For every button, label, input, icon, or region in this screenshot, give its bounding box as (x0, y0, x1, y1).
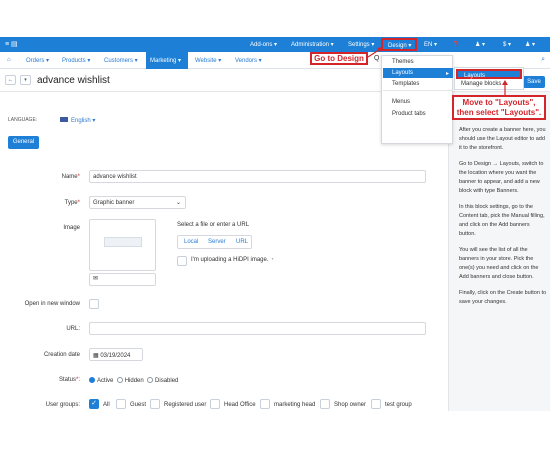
image-label: Image (63, 225, 80, 231)
help-p3: In this block settings, go to the Conten… (459, 204, 545, 237)
save-button[interactable]: Save (523, 76, 545, 88)
help-panel: After you create a banner here, you shou… (448, 92, 550, 411)
menu-templates[interactable]: Templates (392, 81, 419, 87)
notifications-icon[interactable]: ♟ ▾ (475, 41, 485, 48)
currency-menu[interactable]: $ ▾ (503, 41, 511, 48)
language-select[interactable]: English ▾ (60, 117, 95, 124)
menu-themes[interactable]: Themes (392, 59, 414, 65)
chevron-down-icon: ⌄ (175, 200, 181, 206)
administration-menu[interactable]: Administration ▾ (291, 41, 334, 48)
usergroup-marketing: marketing head (274, 402, 316, 408)
nav-products[interactable]: Products ▾ (62, 57, 90, 64)
page-title: advance wishlist (37, 75, 110, 86)
q-icon: Q (374, 55, 380, 62)
hidpi-checkbox[interactable] (177, 256, 187, 266)
usergroup-test-checkbox[interactable] (371, 399, 381, 409)
usergroup-registered: Registered user (164, 402, 207, 408)
comment-icon: ✉ (93, 276, 99, 282)
help-p1: After you create a banner here, you shou… (459, 127, 546, 151)
menu-product-tabs[interactable]: Product tabs (392, 111, 426, 117)
callout-select-layouts: Move to "Layouts", then select "Layouts"… (452, 95, 546, 120)
usergroup-shopowner-checkbox[interactable] (320, 399, 330, 409)
hidpi-label: I'm uploading a HiDPI image. ◔ (191, 257, 274, 263)
type-select[interactable]: Graphic banner ⌄ (89, 196, 186, 209)
app-frame: ≡ ▤ Add-ons ▾ Administration ▾ Settings … (0, 37, 550, 411)
us-flag-icon (60, 117, 68, 122)
tab-general[interactable]: General (8, 136, 39, 149)
callout-go-to-design: Go to Design (310, 52, 368, 65)
usergroup-registered-checkbox[interactable] (150, 399, 160, 409)
layouts-submenu: Layouts Manage blocks (454, 67, 524, 90)
design-menu[interactable]: Design ▾ (381, 38, 417, 51)
help-p5: Finally, click on the Create button to s… (459, 290, 547, 305)
submenu-manage-blocks[interactable]: Manage blocks (461, 81, 501, 87)
usergroup-marketing-checkbox[interactable] (260, 399, 270, 409)
usergroup-all: All (103, 402, 110, 408)
home-icon[interactable]: ⌂ (7, 57, 11, 63)
submenu-layouts[interactable]: Layouts (456, 69, 522, 79)
help-text: After you create a banner here, you shou… (459, 126, 547, 314)
design-dropdown: Themes Layouts ▸ Templates Menus Product … (381, 55, 453, 144)
nav-marketing[interactable]: Marketing ▾ (146, 52, 188, 69)
chevron-right-icon: ▸ (445, 71, 449, 77)
creation-date-input[interactable]: ▦ 03/19/2024 (89, 348, 143, 361)
search-icon[interactable]: ⌕ (541, 56, 545, 64)
menu-menus[interactable]: Menus (392, 99, 410, 105)
menu-icons[interactable]: ≡ ▤ (5, 40, 18, 48)
user-groups-label: User groups: (45, 402, 80, 408)
nav-customers[interactable]: Customers ▾ (104, 57, 138, 64)
usergroup-guest-checkbox[interactable] (116, 399, 126, 409)
language-value: English ▾ (71, 118, 96, 124)
tab-url[interactable]: URL (236, 239, 248, 245)
file-help-text: Select a file or enter a URL (177, 222, 250, 228)
name-label: Name* (61, 174, 80, 180)
creation-date-value: 03/19/2024 (100, 353, 131, 359)
image-preview (89, 219, 156, 271)
usergroup-headoffice: Head Office (224, 402, 256, 408)
status-label: Status*: (58, 377, 80, 383)
help-p4: You will see the list of all the banners… (459, 247, 539, 280)
actions-dropdown[interactable]: ▾ (20, 75, 31, 85)
usergroup-shopowner: Shop owner (334, 402, 367, 408)
status-radios: Active Hidden Disabled (89, 377, 178, 384)
type-value: Graphic banner (93, 200, 135, 206)
status-active[interactable]: Active (89, 377, 113, 384)
file-source-tabs: Local Server URL (177, 235, 252, 249)
new-window-checkbox[interactable] (89, 299, 99, 309)
image-thumbnail-icon (104, 237, 142, 247)
back-icon[interactable]: ← (5, 75, 16, 85)
nav-orders[interactable]: Orders ▾ (26, 57, 49, 64)
menu-layouts-label: Layouts (392, 70, 414, 76)
type-label: Type* (64, 200, 80, 206)
language-label: LANGUAGE: (8, 117, 38, 123)
url-label: URL: (66, 326, 80, 332)
design-menu-label: Design ▾ (388, 43, 412, 49)
settings-menu[interactable]: Settings ▾ (348, 41, 374, 48)
addons-menu[interactable]: Add-ons ▾ (250, 41, 277, 48)
help-circle-icon: ◔ (270, 257, 274, 263)
name-input[interactable]: advance wishlist (89, 170, 426, 183)
menu-layouts[interactable]: Layouts ▸ (383, 68, 453, 78)
usergroup-all-checkbox[interactable]: ✓ (89, 399, 99, 409)
alt-text-input[interactable]: ✉ (89, 273, 156, 286)
url-input[interactable] (89, 322, 426, 335)
status-disabled[interactable]: Disabled (147, 377, 178, 384)
usergroup-guest: Guest (130, 402, 147, 408)
nav-vendors[interactable]: Vendors ▾ (235, 57, 262, 64)
top-bar: ≡ ▤ Add-ons ▾ Administration ▾ Settings … (0, 37, 550, 52)
tab-local[interactable]: Local (184, 239, 198, 245)
language-menu[interactable]: EN ▾ (424, 41, 437, 48)
tab-server[interactable]: Server (208, 239, 226, 245)
nav-website[interactable]: Website ▾ (195, 57, 221, 64)
creation-date-label: Creation date (43, 352, 80, 358)
help-p2: Go to Design → Layouts, switch to the lo… (459, 161, 544, 194)
status-hidden[interactable]: Hidden (116, 377, 144, 384)
new-window-label: Open in new window (24, 301, 80, 307)
menu-divider (383, 90, 453, 91)
usergroup-test: test group (385, 402, 412, 408)
usergroup-headoffice-checkbox[interactable] (210, 399, 220, 409)
user-menu[interactable]: ♟ ▾ (525, 41, 535, 48)
help-icon[interactable]: ❓ (452, 41, 459, 48)
